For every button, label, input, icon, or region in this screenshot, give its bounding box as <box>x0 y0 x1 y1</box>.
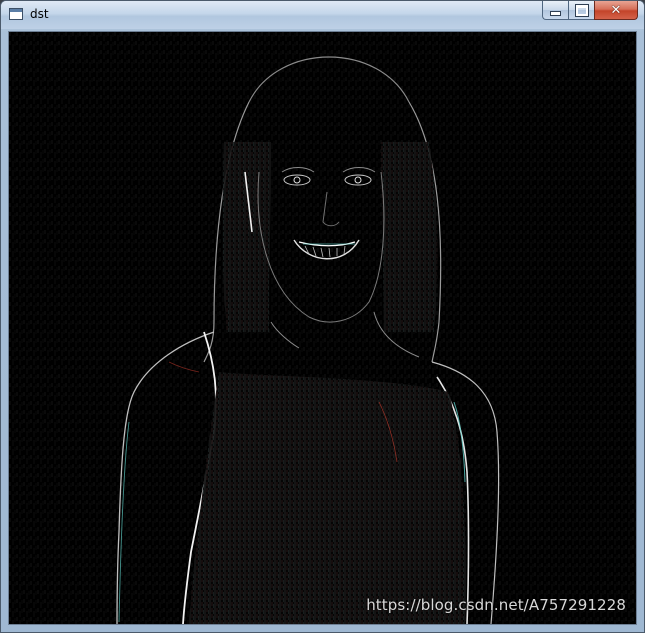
close-button[interactable]: ✕ <box>594 1 638 20</box>
window-app-icon[interactable] <box>9 8 23 20</box>
window-title: dst <box>30 7 49 21</box>
minimize-button[interactable] <box>542 1 568 20</box>
close-icon: ✕ <box>610 2 622 18</box>
app-window: dst ✕ https://blog.csdn.net/A757291228 <box>0 0 645 633</box>
maximize-icon <box>574 3 589 17</box>
caption-buttons: ✕ <box>542 1 638 21</box>
maximize-button[interactable] <box>568 1 594 20</box>
watermark-url: https://blog.csdn.net/A757291228 <box>366 596 626 614</box>
minimize-icon <box>550 10 561 16</box>
title-bar[interactable]: dst ✕ <box>1 1 644 29</box>
shirt-texture <box>189 372 466 624</box>
edge-detected-portrait-image <box>9 32 636 624</box>
image-display-area: https://blog.csdn.net/A757291228 <box>8 31 637 625</box>
